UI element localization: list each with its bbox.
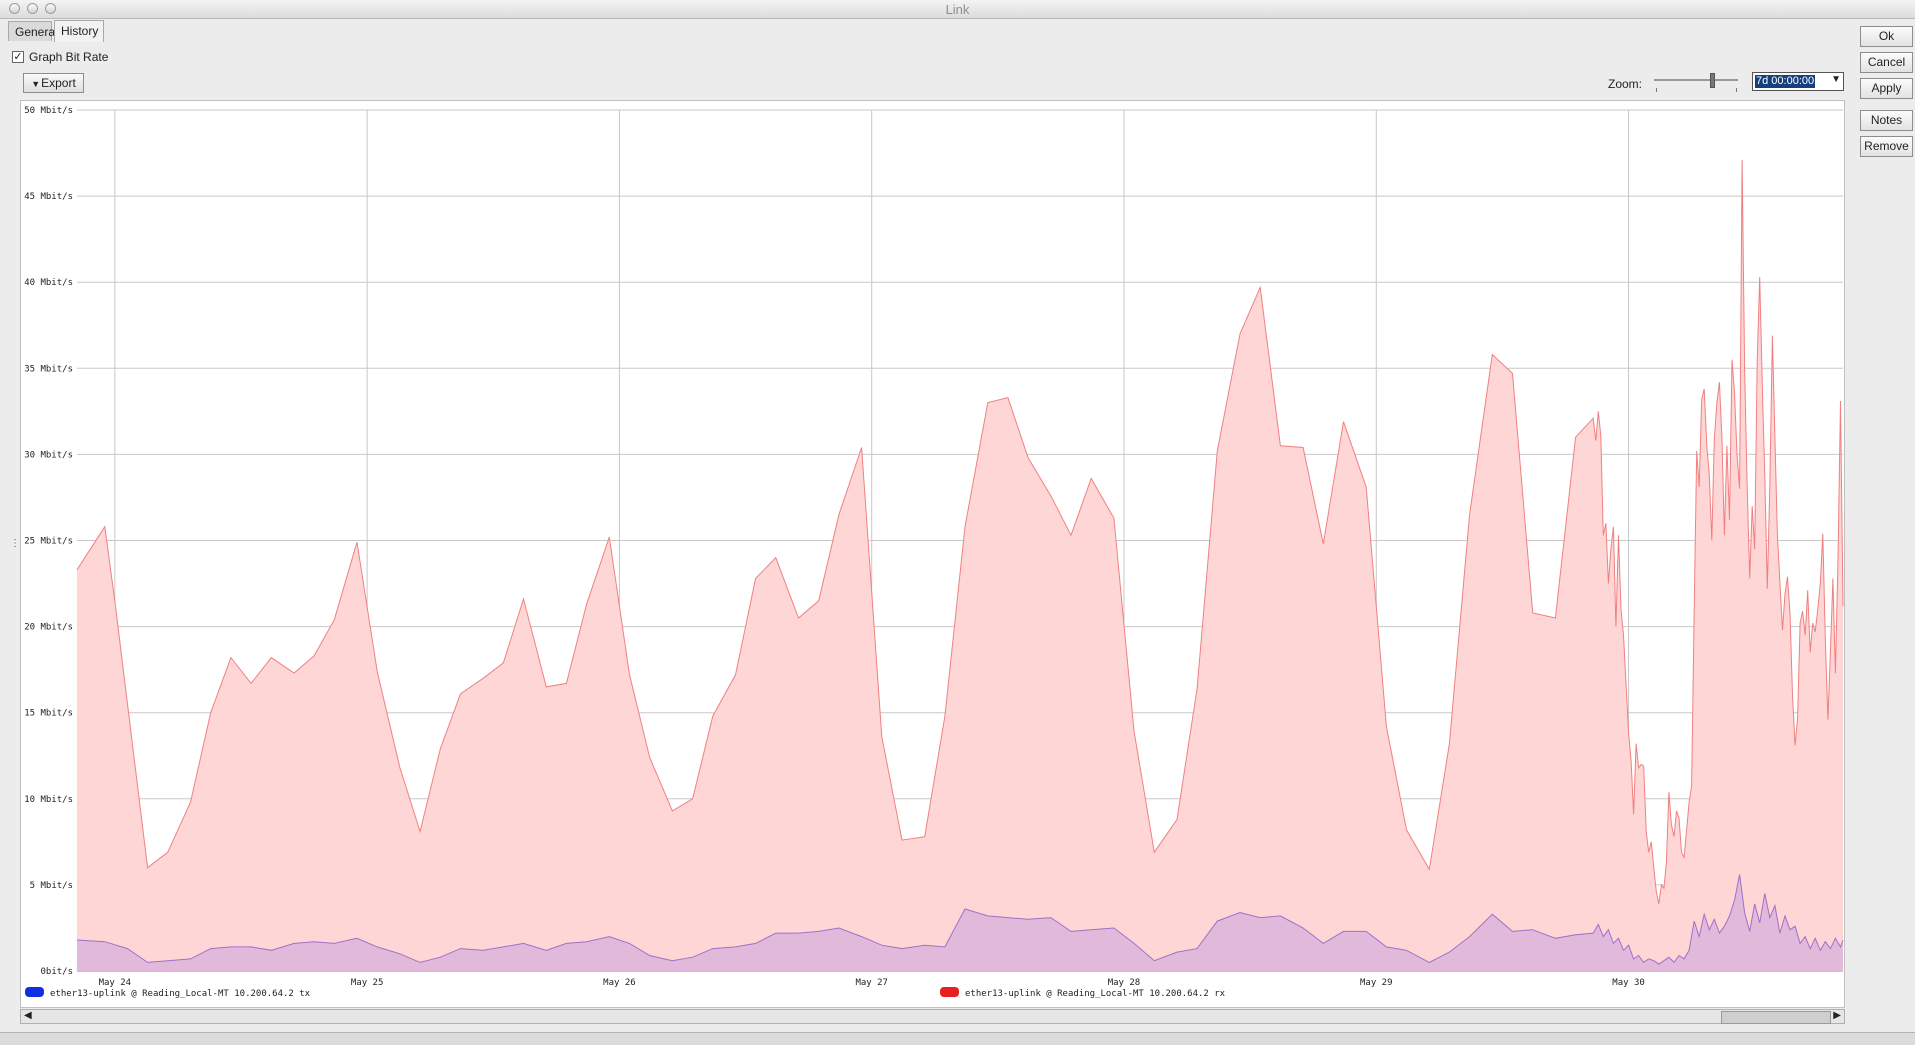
y-tick-label: 15 Mbit/s bbox=[24, 709, 73, 719]
remove-button[interactable]: Remove bbox=[1860, 136, 1913, 157]
y-tick-label: 0bit/s bbox=[40, 967, 73, 977]
dropdown-triangle-icon: ▼ bbox=[31, 79, 41, 89]
x-tick-label: May 25 bbox=[351, 978, 384, 988]
window-title: Link bbox=[945, 2, 970, 17]
export-button[interactable]: ▼Export bbox=[23, 73, 84, 93]
tab-history[interactable]: History bbox=[54, 20, 104, 42]
scroll-left-icon[interactable]: ◀ bbox=[24, 1010, 32, 1021]
export-button-label: Export bbox=[41, 76, 76, 90]
x-tick-label: May 28 bbox=[1108, 978, 1141, 988]
legend-swatch bbox=[940, 987, 959, 997]
series-areas bbox=[76, 159, 1844, 971]
zoom-label: Zoom: bbox=[1608, 77, 1643, 91]
cancel-button[interactable]: Cancel bbox=[1860, 52, 1913, 73]
legend-swatch bbox=[25, 987, 44, 997]
zoom-slider-track[interactable] bbox=[1654, 79, 1738, 81]
graph-bit-rate-checkbox[interactable]: ✓ bbox=[12, 51, 24, 63]
zoom-slider-thumb[interactable] bbox=[1710, 73, 1715, 88]
apply-button[interactable]: Apply bbox=[1860, 78, 1913, 99]
x-tick-label: May 29 bbox=[1360, 978, 1393, 988]
x-tick-label: May 26 bbox=[603, 978, 636, 988]
scroll-right-icon[interactable]: ▶ bbox=[1833, 1010, 1841, 1021]
y-tick-label: 20 Mbit/s bbox=[24, 623, 73, 633]
legend-label: ether13-uplink @ Reading_Local-MT 10.200… bbox=[965, 989, 1226, 999]
y-tick-label: 10 Mbit/s bbox=[24, 795, 73, 805]
ok-button[interactable]: Ok bbox=[1860, 26, 1913, 47]
x-axis-labels: May 24 May 25 May 26 May 27 May 28 May 29 May … bbox=[99, 978, 1645, 988]
y-tick-label: 25 Mbit/s bbox=[24, 537, 73, 547]
zoom-slider-tick bbox=[1736, 88, 1737, 92]
notes-button[interactable]: Notes bbox=[1860, 110, 1913, 131]
y-tick-label: 45 Mbit/s bbox=[24, 192, 73, 202]
legend-label: ether13-uplink @ Reading_Local-MT 10.200… bbox=[50, 989, 311, 999]
y-tick-label: 30 Mbit/s bbox=[24, 450, 73, 460]
zoom-period-select[interactable]: 7d 00:00:00 ▼ bbox=[1752, 72, 1844, 91]
y-axis-labels: 50 Mbit/s 45 Mbit/s 40 Mbit/s 35 Mbit/s 30 M… bbox=[24, 106, 73, 977]
graph-horizontal-scrollbar[interactable]: ◀ ▶ bbox=[20, 1009, 1845, 1024]
tab-general[interactable]: General bbox=[8, 21, 58, 41]
x-tick-label: May 24 bbox=[99, 978, 132, 988]
y-tick-label: 40 Mbit/s bbox=[24, 278, 73, 288]
y-tick-label: 35 Mbit/s bbox=[24, 364, 73, 374]
x-tick-label: May 27 bbox=[855, 978, 888, 988]
window-titlebar: Link bbox=[0, 0, 1915, 19]
panel-resize-grip[interactable]: ⋮ bbox=[10, 538, 20, 549]
series-area-0 bbox=[77, 159, 1843, 971]
window-bottom-edge bbox=[0, 1032, 1915, 1045]
zoom-period-value: 7d 00:00:00 bbox=[1755, 75, 1816, 88]
y-tick-label: 50 Mbit/s bbox=[24, 106, 73, 116]
bitrate-chart: 50 Mbit/s 45 Mbit/s 40 Mbit/s 35 Mbit/s 30 M… bbox=[24, 106, 1844, 999]
bitrate-graph: 50 Mbit/s 45 Mbit/s 40 Mbit/s 35 Mbit/s 30 M… bbox=[20, 100, 1845, 1008]
chart-legend: ether13-uplink @ Reading_Local-MT 10.200… bbox=[25, 987, 1226, 999]
x-tick-label: May 30 bbox=[1612, 978, 1645, 988]
scrollbar-thumb[interactable] bbox=[1721, 1011, 1831, 1024]
zoom-slider-tick bbox=[1656, 88, 1657, 92]
y-tick-label: 5 Mbit/s bbox=[30, 881, 73, 891]
graph-bit-rate-label: Graph Bit Rate bbox=[29, 50, 109, 64]
chevron-down-icon[interactable]: ▼ bbox=[1831, 74, 1841, 85]
